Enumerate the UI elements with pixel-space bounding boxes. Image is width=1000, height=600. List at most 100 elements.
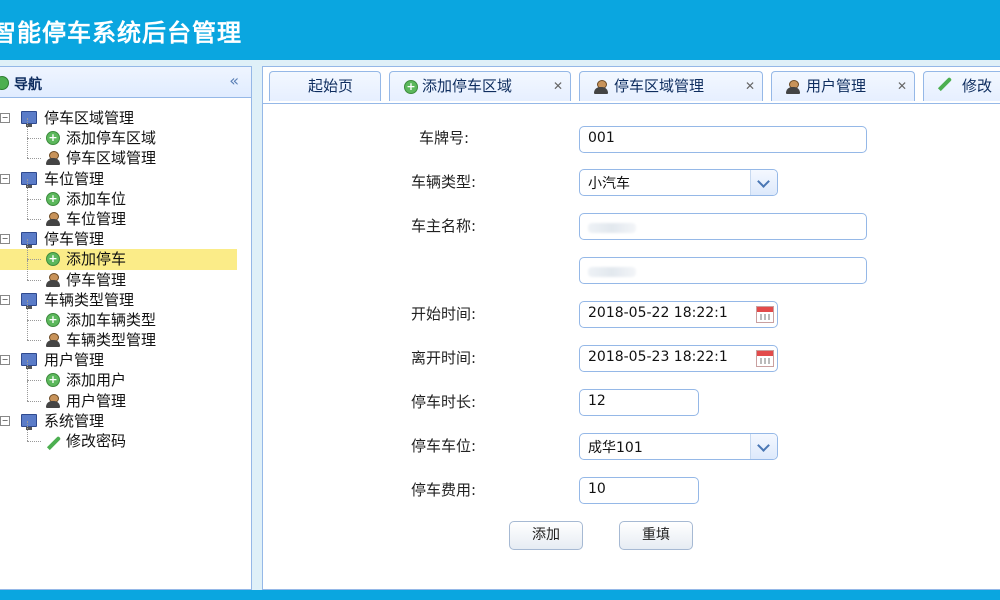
tab-add-parking-area[interactable]: + 添加停车区域 ✕ (389, 71, 571, 101)
tab-user-manage[interactable]: 用户管理 ✕ (771, 71, 915, 101)
collapse-toggle-icon[interactable]: − (0, 173, 10, 184)
tree-line (27, 158, 41, 160)
calendar-icon[interactable] (756, 306, 774, 323)
sidebar-item-label: 添加用户 (66, 371, 127, 390)
space-select[interactable]: 成华101 (579, 433, 778, 460)
sidebar-item-label: 停车管理 (66, 270, 127, 289)
extra-input[interactable] (579, 257, 867, 284)
duration-input[interactable]: 12 (579, 389, 699, 416)
monitor-icon (21, 413, 37, 430)
tree-group-label: 车辆类型管理 (44, 290, 135, 309)
fee-input[interactable]: 10 (579, 477, 699, 504)
tree-line (27, 198, 28, 219)
fee-label: 停车费用: (411, 481, 477, 499)
chevron-down-icon[interactable] (750, 434, 777, 459)
submit-button[interactable]: 添加 (509, 521, 583, 550)
monitor-icon (21, 171, 37, 188)
tab-label: 添加停车区域 (422, 77, 513, 95)
start-time-value: 2018-05-22 18:22:1 (588, 305, 728, 321)
chevron-down-icon[interactable] (750, 170, 777, 195)
tab-home[interactable]: 起始页 (269, 71, 381, 101)
sidebar-item[interactable]: + 添加停车 (0, 239, 237, 270)
main-panel: 起始页 + 添加停车区域 ✕ 停车区域管理 ✕ 用户管理 ✕ 修改 车牌号: 0… (262, 66, 1000, 590)
sidebar-item[interactable]: + 添加车位 (0, 178, 251, 209)
tab-label: 起始页 (308, 77, 354, 95)
sidebar-item[interactable]: 车辆类型管理 (0, 320, 251, 350)
space-label: 停车车位: (411, 437, 477, 455)
tree-line (27, 218, 41, 220)
add-icon: + (46, 191, 60, 206)
monitor-icon (21, 111, 37, 127)
sidebar-title: 导航 (14, 77, 42, 93)
tree-group[interactable]: − 系统管理 (0, 411, 251, 431)
tree-group[interactable]: − 车辆类型管理 (0, 290, 251, 310)
tree-line (27, 138, 41, 140)
add-icon: + (404, 80, 418, 94)
tree-group[interactable]: − 停车管理 (0, 229, 251, 249)
start-time-input[interactable]: 2018-05-22 18:22:1 (579, 301, 778, 328)
tree-line (27, 441, 41, 442)
tree-line (27, 259, 28, 280)
reset-button[interactable]: 重填 (619, 521, 693, 550)
vehicle-type-label: 车辆类型: (411, 173, 477, 191)
owner-input[interactable] (579, 213, 867, 240)
sidebar-item-label: 添加停车区域 (66, 129, 157, 148)
monitor-icon (21, 353, 37, 370)
tree-line (27, 198, 41, 200)
sidebar-item[interactable]: 用户管理 (0, 380, 251, 411)
sidebar-item[interactable]: 修改密码 (0, 421, 251, 451)
collapse-toggle-icon[interactable]: − (0, 234, 10, 245)
close-icon[interactable]: ✕ (745, 72, 755, 100)
redacted-value (588, 223, 636, 233)
sidebar-header: 导航 « (0, 67, 251, 98)
tree-group-label: 车位管理 (44, 169, 105, 188)
app-header: 智能停车系统后台管理 (0, 0, 1000, 60)
close-icon[interactable]: ✕ (897, 72, 907, 100)
tab-change-password[interactable]: 修改 (923, 71, 1000, 101)
tree-group[interactable]: − 用户管理 (0, 350, 251, 370)
user-icon (46, 333, 60, 348)
collapse-toggle-icon[interactable]: − (0, 294, 10, 305)
vehicle-type-value: 小汽车 (588, 176, 630, 192)
tree-line (27, 299, 28, 320)
tree-group-label: 用户管理 (44, 351, 105, 370)
tree-group[interactable]: − 车位管理 (0, 169, 251, 189)
tree-group-label: 停车管理 (44, 230, 105, 249)
plate-input[interactable]: 001 (579, 126, 867, 153)
sidebar-item-label: 添加停车 (66, 250, 127, 269)
sidebar-item[interactable]: 停车区域管理 (0, 138, 251, 168)
pencil-icon (937, 76, 953, 92)
sidebar-item[interactable]: 车位管理 (0, 198, 251, 229)
tree-line (27, 380, 28, 401)
user-icon (46, 272, 60, 287)
user-icon (46, 211, 60, 226)
tree-line (27, 259, 41, 261)
collapse-sidebar-button[interactable]: « (229, 71, 239, 90)
vehicle-type-select[interactable]: 小汽车 (579, 169, 778, 196)
tree-line (27, 239, 28, 260)
end-time-value: 2018-05-23 18:22:1 (588, 349, 728, 365)
close-icon[interactable]: ✕ (553, 72, 563, 100)
sidebar-item[interactable]: + 添加停车区域 (0, 118, 251, 148)
monitor-icon (21, 232, 37, 249)
tree-line (27, 421, 28, 441)
sidebar-item[interactable]: + 添加车辆类型 (0, 299, 251, 330)
collapse-toggle-icon[interactable]: − (0, 415, 10, 426)
tree-line (27, 360, 28, 381)
tree-line (27, 118, 28, 139)
sidebar-item[interactable]: + 添加用户 (0, 360, 251, 390)
sidebar-item[interactable]: 停车管理 (0, 259, 251, 290)
add-icon: + (46, 373, 60, 388)
add-icon: + (46, 131, 60, 146)
nav-tree: − 停车区域管理 + 添加停车区域 停车区域管理 − 车位管理 + 添加车位 车位管理 − 停车管理 +… (0, 108, 251, 451)
collapse-toggle-icon[interactable]: − (0, 355, 10, 366)
collapse-toggle-icon[interactable]: − (0, 113, 10, 123)
end-time-input[interactable]: 2018-05-23 18:22:1 (579, 345, 778, 372)
tab-parking-area-manage[interactable]: 停车区域管理 ✕ (579, 71, 763, 101)
calendar-icon[interactable] (756, 350, 774, 367)
add-icon: + (46, 252, 60, 267)
tree-group[interactable]: − 停车区域管理 (0, 108, 251, 128)
tree-line (27, 138, 28, 159)
start-time-label: 开始时间: (411, 305, 477, 323)
tab-label: 停车区域管理 (614, 77, 705, 95)
